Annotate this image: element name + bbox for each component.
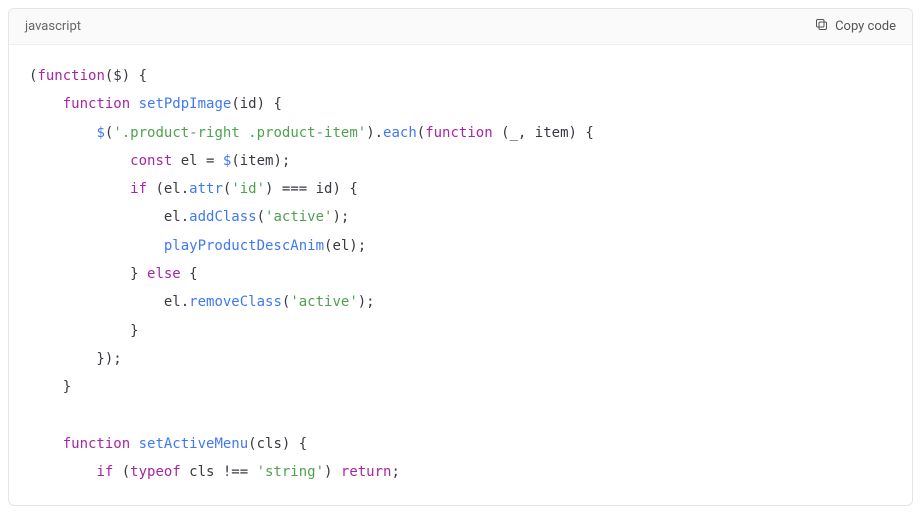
code-block: javascript Copy code (function($) { func… — [8, 8, 913, 506]
copy-code-button[interactable]: Copy code — [814, 17, 896, 36]
copy-icon — [814, 17, 829, 36]
code-content[interactable]: (function($) { function setPdpImage(id) … — [9, 45, 912, 505]
copy-code-label: Copy code — [835, 19, 896, 34]
language-label: javascript — [25, 19, 81, 34]
code-header: javascript Copy code — [9, 9, 912, 45]
